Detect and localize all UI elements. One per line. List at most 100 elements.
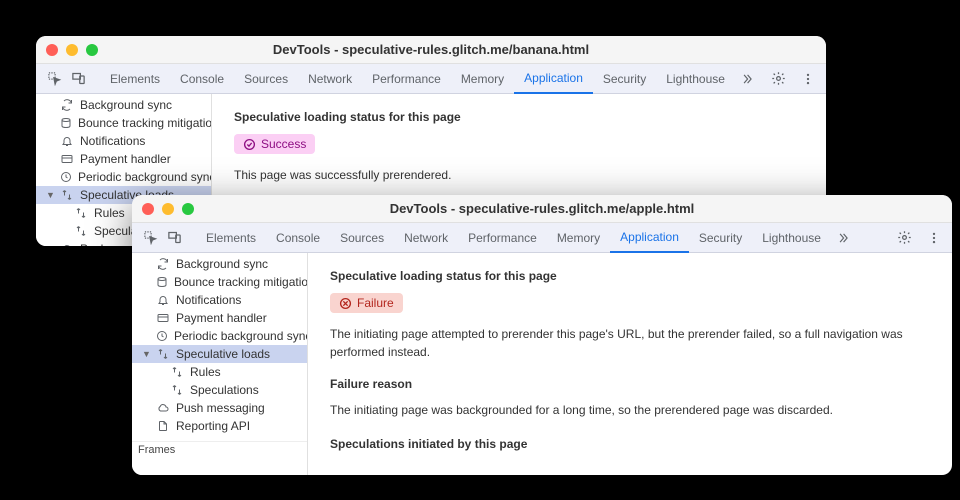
sidebar-item-label: Specula (94, 224, 137, 238)
arrows-icon (74, 224, 88, 238)
window-title: DevTools - speculative-rules.glitch.me/b… (36, 42, 826, 57)
sidebar-item-periodic-sync[interactable]: ▼Periodic background sync (132, 327, 307, 345)
tab-elements[interactable]: Elements (100, 64, 170, 94)
status-label: Failure (357, 296, 394, 310)
sidebar-item-label: Push mess (80, 242, 139, 246)
sidebar-item-label: Reporting API (176, 419, 250, 433)
inspect-icon[interactable] (42, 67, 66, 91)
maximize-button[interactable] (182, 203, 194, 215)
sidebar-item-label: Rules (94, 206, 125, 220)
arrows-icon (170, 383, 184, 397)
more-tabs-icon[interactable] (735, 67, 759, 91)
arrows-icon (60, 188, 74, 202)
settings-icon[interactable] (892, 226, 916, 250)
sidebar-item-speculative-loads[interactable]: ▼ Speculative loads (132, 345, 307, 363)
check-circle-icon (243, 138, 256, 151)
application-sidebar: ▼Background sync ▼Bounce tracking mitiga… (132, 253, 308, 475)
status-heading: Speculative loading status for this page (234, 110, 804, 124)
close-button[interactable] (46, 44, 58, 56)
sync-icon (156, 257, 170, 271)
tab-performance[interactable]: Performance (362, 64, 451, 94)
chevron-down-icon: ▼ (142, 349, 150, 359)
sidebar-item-bounce-tracking[interactable]: ▼Bounce tracking mitigations (36, 114, 211, 132)
status-description: This page was successfully prerendered. (234, 166, 804, 184)
tab-security[interactable]: Security (593, 64, 656, 94)
tab-lighthouse[interactable]: Lighthouse (752, 223, 831, 253)
arrows-icon (156, 347, 170, 361)
sidebar-item-notifications[interactable]: ▼Notifications (36, 132, 211, 150)
sidebar-item-periodic-sync[interactable]: ▼Periodic background sync (36, 168, 211, 186)
tab-sources[interactable]: Sources (330, 223, 394, 253)
status-badge-failure: Failure (330, 293, 403, 313)
clock-icon (60, 170, 72, 184)
tab-lighthouse[interactable]: Lighthouse (656, 64, 735, 94)
cloud-icon (156, 401, 170, 415)
device-toolbar-icon[interactable] (162, 226, 186, 250)
titlebar[interactable]: DevTools - speculative-rules.glitch.me/b… (36, 36, 826, 64)
tab-sources[interactable]: Sources (234, 64, 298, 94)
sidebar-item-background-sync[interactable]: ▼Background sync (132, 255, 307, 273)
card-icon (60, 152, 74, 166)
sidebar-item-bounce-tracking[interactable]: ▼Bounce tracking mitigations (132, 273, 307, 291)
tab-application[interactable]: Application (514, 64, 593, 94)
tab-elements[interactable]: Elements (196, 223, 266, 253)
sidebar-item-label: Periodic background sync (78, 170, 212, 184)
status-description: The initiating page attempted to prerend… (330, 325, 930, 361)
kebab-menu-icon[interactable] (922, 226, 946, 250)
more-tabs-icon[interactable] (831, 226, 855, 250)
speculations-initiated-heading: Speculations initiated by this page (330, 437, 930, 451)
status-badge-success: Success (234, 134, 315, 154)
status-label: Success (261, 137, 306, 151)
close-button[interactable] (142, 203, 154, 215)
card-icon (156, 311, 170, 325)
cookie-icon (156, 275, 168, 289)
devtools-tabbar: Elements Console Sources Network Perform… (132, 223, 952, 253)
tab-memory[interactable]: Memory (547, 223, 610, 253)
tab-application[interactable]: Application (610, 223, 689, 253)
tab-performance[interactable]: Performance (458, 223, 547, 253)
arrows-icon (74, 206, 88, 220)
sidebar-item-reporting-api[interactable]: ▼Reporting API (132, 417, 307, 435)
sidebar-item-payment-handler[interactable]: ▼Payment handler (36, 150, 211, 168)
window-title: DevTools - speculative-rules.glitch.me/a… (132, 201, 952, 216)
inspect-icon[interactable] (138, 226, 162, 250)
main-content: Speculative loading status for this page… (308, 253, 952, 475)
document-icon (156, 419, 170, 433)
settings-icon[interactable] (766, 67, 790, 91)
titlebar[interactable]: DevTools - speculative-rules.glitch.me/a… (132, 195, 952, 223)
traffic-lights (46, 44, 98, 56)
sidebar-item-speculations[interactable]: Speculations (132, 381, 307, 399)
sidebar-item-push-messaging[interactable]: ▼Push messaging (132, 399, 307, 417)
sidebar-item-notifications[interactable]: ▼Notifications (132, 291, 307, 309)
tab-memory[interactable]: Memory (451, 64, 514, 94)
sidebar-item-label: Bounce tracking mitigations (174, 275, 308, 289)
failure-reason-description: The initiating page was backgrounded for… (330, 401, 930, 419)
status-heading: Speculative loading status for this page (330, 269, 930, 283)
cloud-icon (60, 242, 74, 246)
kebab-menu-icon[interactable] (796, 67, 820, 91)
maximize-button[interactable] (86, 44, 98, 56)
bell-icon (60, 134, 74, 148)
devtools-window-apple: DevTools - speculative-rules.glitch.me/a… (132, 195, 952, 475)
tab-network[interactable]: Network (394, 223, 458, 253)
traffic-lights (142, 203, 194, 215)
sidebar-item-label: Push messaging (176, 401, 265, 415)
device-toolbar-icon[interactable] (66, 67, 90, 91)
sidebar-item-payment-handler[interactable]: ▼Payment handler (132, 309, 307, 327)
tab-console[interactable]: Console (266, 223, 330, 253)
sidebar-item-label: Background sync (176, 257, 268, 271)
tab-console[interactable]: Console (170, 64, 234, 94)
sidebar-item-label: Notifications (176, 293, 241, 307)
minimize-button[interactable] (66, 44, 78, 56)
arrows-icon (170, 365, 184, 379)
minimize-button[interactable] (162, 203, 174, 215)
sidebar-item-label: Speculative loads (176, 347, 270, 361)
sidebar-item-rules[interactable]: Rules (132, 363, 307, 381)
sync-icon (60, 98, 74, 112)
sidebar-item-background-sync[interactable]: ▼Background sync (36, 96, 211, 114)
cookie-icon (60, 116, 72, 130)
tab-security[interactable]: Security (689, 223, 752, 253)
tab-network[interactable]: Network (298, 64, 362, 94)
sidebar-item-label: Periodic background sync (174, 329, 308, 343)
devtools-tabbar: Elements Console Sources Network Perform… (36, 64, 826, 94)
